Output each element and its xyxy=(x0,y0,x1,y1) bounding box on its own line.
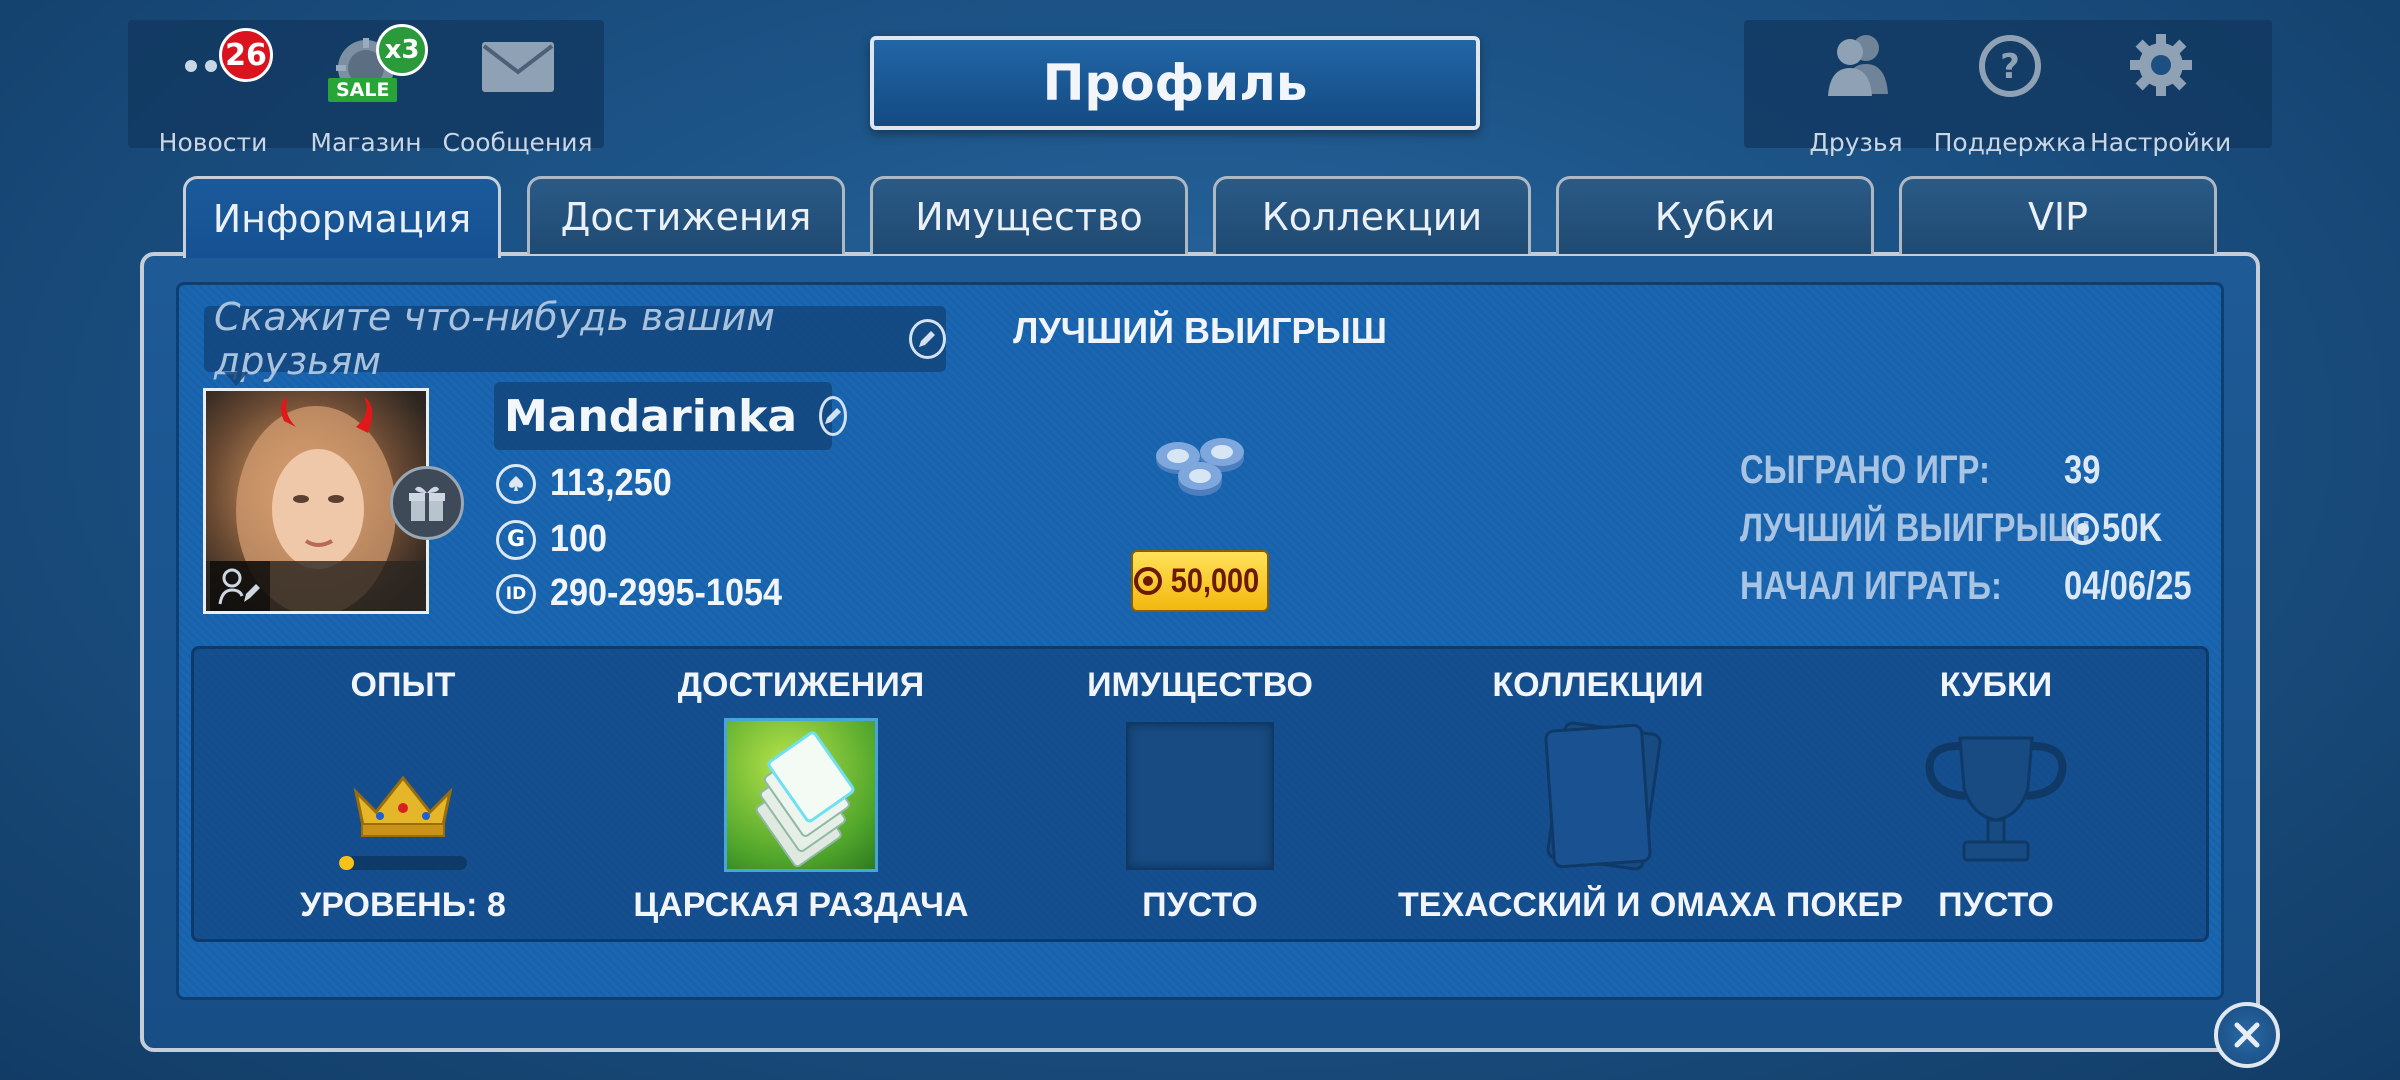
trophy-icon[interactable] xyxy=(1920,732,2072,873)
stat-started-value: 04/06/25 xyxy=(2064,564,2192,608)
stat-bestwin-label: ЛУЧШИЙ ВЫИГРЫШ: xyxy=(1740,506,2092,550)
help-icon: ? xyxy=(1978,34,2042,103)
achievement-caption: ЦАРСКАЯ РАЗДАЧА xyxy=(633,886,969,924)
gift-icon[interactable] xyxy=(390,466,464,540)
news-count-badge: 26 xyxy=(219,28,273,82)
section-title-experience: ОПЫТ xyxy=(350,666,456,704)
settings-button[interactable]: Настройки xyxy=(2090,20,2232,168)
gold-value: 100 xyxy=(550,518,608,560)
tab-achievements[interactable]: Достижения xyxy=(527,176,845,254)
page-title: Профиль xyxy=(870,36,1480,130)
chip-balance-icon xyxy=(496,463,536,504)
stat-games-value: 39 xyxy=(2064,448,2101,492)
section-title-cups: КУБКИ xyxy=(1939,666,2053,704)
tab-vip[interactable]: VIP xyxy=(1899,176,2217,254)
tab-collections[interactable]: Коллекции xyxy=(1213,176,1531,254)
level-caption: УРОВЕНЬ: 8 xyxy=(300,886,506,924)
player-id: 290-2995-1054 xyxy=(550,572,783,614)
shop-multiplier-badge: x3 xyxy=(376,24,428,76)
status-placeholder: Скажите что-нибудь вашим друзьям xyxy=(214,295,775,383)
stat-bestwin-value: 50K xyxy=(2102,506,2163,550)
edit-avatar-icon[interactable] xyxy=(210,561,270,611)
chip-mini-icon xyxy=(1134,567,1162,595)
tab-information[interactable]: Информация xyxy=(183,176,501,258)
achievement-royal-deal-icon[interactable] xyxy=(724,718,878,872)
news-button[interactable]: 26 Новости xyxy=(143,20,283,168)
svg-text:?: ? xyxy=(2000,47,2020,87)
chips-stack-icon xyxy=(1148,430,1252,507)
edit-status-icon[interactable] xyxy=(908,319,946,359)
player-name-box: Mandarinka xyxy=(494,382,848,450)
collection-cards-icon[interactable] xyxy=(1540,718,1664,877)
property-caption: ПУСТО xyxy=(1142,886,1258,924)
id-row: ID 290-2995-1054 xyxy=(496,572,808,615)
crown-icon xyxy=(350,772,456,845)
level-progress-bar xyxy=(339,856,467,870)
status-bubble-tail xyxy=(224,372,248,386)
collection-caption: ТЕХАССКИЙ И ОМАХА ПОКЕР xyxy=(1398,886,1903,924)
section-title-achievements: ДОСТИЖЕНИЯ xyxy=(677,666,925,704)
messages-button[interactable]: Сообщения xyxy=(440,20,595,168)
best-win-amount-badge: 50,000 xyxy=(1131,550,1269,612)
support-label: Поддержка xyxy=(1933,128,2087,157)
close-icon xyxy=(2234,1022,2260,1048)
stat-chip-icon xyxy=(2066,512,2100,551)
friends-icon xyxy=(1822,30,1894,103)
best-win-title: ЛУЧШИЙ ВЫИГРЫШ xyxy=(1013,310,1387,351)
gold-icon: G xyxy=(496,519,536,560)
support-button[interactable]: ? Поддержка xyxy=(1932,20,2088,168)
best-win-amount: 50,000 xyxy=(1170,561,1260,600)
sale-tag: SALE xyxy=(328,78,398,102)
status-input[interactable]: Скажите что-нибудь вашим друзьям xyxy=(204,295,946,383)
cups-caption: ПУСТО xyxy=(1938,886,2054,924)
friends-button[interactable]: Друзья xyxy=(1786,20,1926,168)
tab-cups[interactable]: Кубки xyxy=(1556,176,1874,254)
shop-button[interactable]: x3 SALE Магазин xyxy=(296,20,436,168)
gear-icon xyxy=(2128,32,2194,103)
level-progress-fill xyxy=(339,856,355,870)
player-name: Mandarinka xyxy=(504,390,798,442)
section-title-property: ИМУЩЕСТВО xyxy=(1087,666,1313,704)
stat-games-label: СЫГРАНО ИГР: xyxy=(1740,448,1990,492)
gold-row: G 100 xyxy=(496,518,613,561)
shop-label: Магазин xyxy=(310,128,422,157)
section-title-collections: КОЛЛЕКЦИИ xyxy=(1492,666,1704,704)
news-label: Новости xyxy=(158,128,268,157)
tab-property[interactable]: Имущество xyxy=(870,176,1188,254)
edit-name-icon[interactable] xyxy=(819,396,848,436)
chips-value: 113,250 xyxy=(550,462,672,504)
friends-label: Друзья xyxy=(1809,128,1903,157)
chips-row: 113,250 xyxy=(496,462,685,505)
settings-label: Настройки xyxy=(2090,128,2232,157)
close-button[interactable] xyxy=(2214,1002,2280,1068)
property-empty-slot[interactable] xyxy=(1126,722,1274,870)
envelope-icon xyxy=(480,40,556,99)
stat-started-label: НАЧАЛ ИГРАТЬ: xyxy=(1740,564,2002,608)
id-icon: ID xyxy=(496,573,536,614)
messages-label: Сообщения xyxy=(442,128,593,157)
